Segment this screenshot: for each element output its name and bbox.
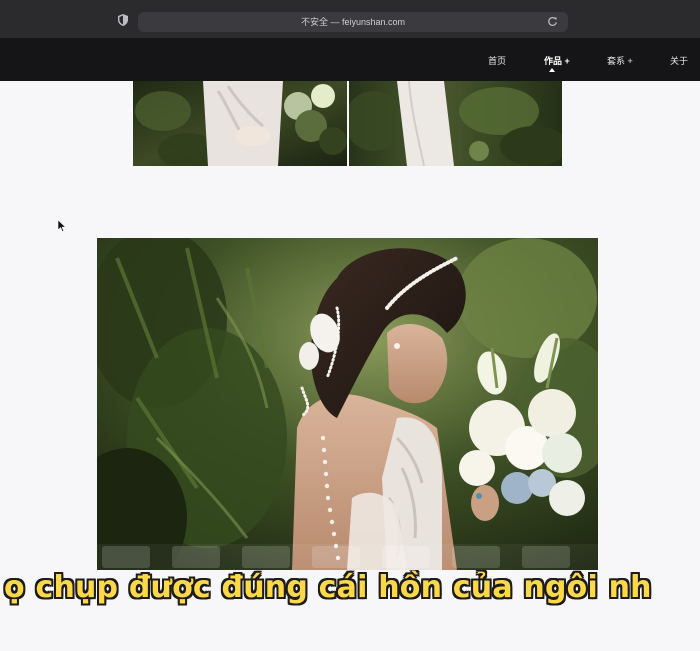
subtitle-text: ọ chụp được đúng cái hồn của ngôi nh <box>4 570 652 605</box>
address-text: 不安全 — feiyunshan.com <box>300 17 406 27</box>
gallery-photo-garden-dress[interactable] <box>349 81 562 166</box>
browser-toolbar: 不安全 — feiyunshan.com <box>0 0 700 38</box>
gallery-photo-bride-bouquet[interactable] <box>133 81 347 166</box>
privacy-shield-icon[interactable] <box>118 14 128 26</box>
nav-item-packages[interactable]: 套系 + <box>607 54 633 67</box>
nav-item-about[interactable]: 关于 <box>670 54 688 67</box>
site-navigation: 首页 作品 + 套系 + 关于 <box>0 38 700 81</box>
mouse-cursor-icon <box>58 220 66 232</box>
video-subtitle: ọ chụp được đúng cái hồn của ngôi nh <box>0 570 700 616</box>
gallery-photo-bride-back-portrait[interactable] <box>97 238 598 570</box>
reload-icon[interactable] <box>547 16 558 27</box>
nav-item-works[interactable]: 作品 + <box>544 54 570 67</box>
address-bar[interactable]: 不安全 — feiyunshan.com <box>138 12 568 32</box>
active-nav-indicator <box>549 68 555 72</box>
nav-item-home[interactable]: 首页 <box>488 54 506 67</box>
